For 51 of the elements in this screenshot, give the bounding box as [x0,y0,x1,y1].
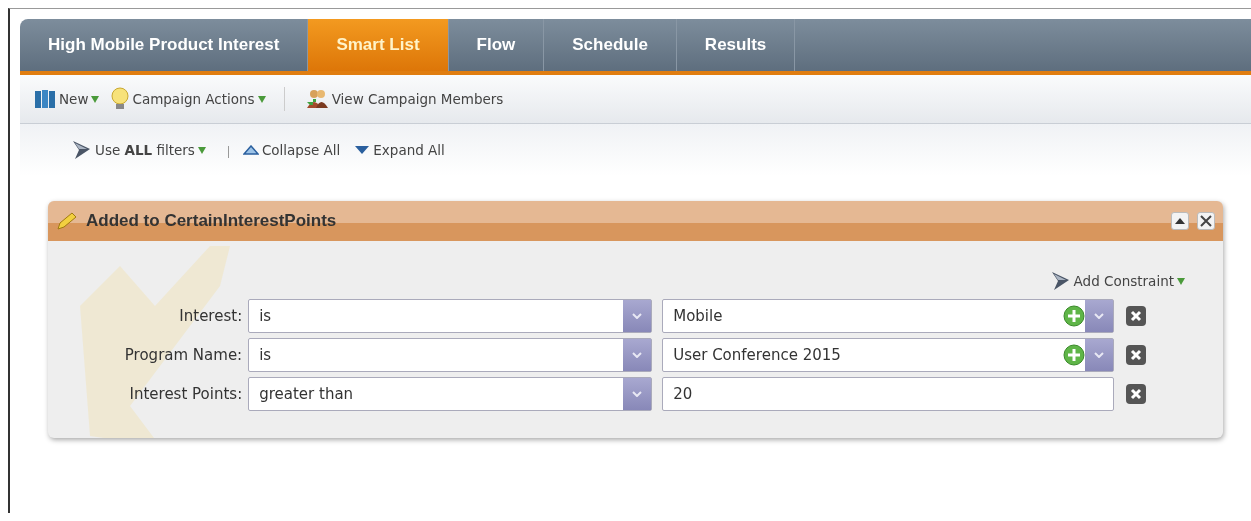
toolbar-button[interactable]: View Campaign Members [304,88,512,110]
expand-all-button[interactable]: Expand All [354,142,453,158]
add-icon[interactable] [1063,344,1086,366]
field-label: Program Name: [124,346,244,364]
close-icon [1130,388,1143,400]
close-icon [1130,310,1143,322]
dropdown-button[interactable] [623,378,652,410]
chevron-down-icon [632,352,643,358]
delete-button[interactable] [1126,384,1147,404]
value-picker[interactable]: Mobile [662,299,1115,333]
operator-select[interactable]: is [248,338,653,372]
collapse-all-button[interactable]: Collapse All [242,142,349,158]
delete-button[interactable] [1126,345,1147,365]
filter-icon [70,139,92,161]
dropdown-button[interactable] [623,300,652,332]
add-constraint-button[interactable]: Add Constraint [1042,263,1191,299]
dropdown-button[interactable] [623,339,652,371]
delete-button[interactable] [1126,306,1147,326]
chevron-down-icon [632,313,643,319]
triangle-down-icon [354,145,371,155]
close-icon [1200,215,1212,227]
operator-select[interactable]: greater than [248,377,653,411]
dropdown-button[interactable] [1085,300,1114,332]
collapse-button[interactable] [1171,212,1189,230]
card-title: Added to CertainInterestPoints [86,211,338,231]
close-button[interactable] [1197,212,1215,230]
field-label: Interest Points: [129,385,244,403]
value-field[interactable]: 20 [662,377,1115,411]
chevron-down-icon [1094,313,1105,319]
caret-up-icon [1175,218,1185,224]
toolbar-button[interactable]: New [34,88,108,110]
value-picker[interactable]: User Conference 2015 [662,338,1115,372]
field-label: Interest: [179,307,244,325]
dropdown-icon [1177,277,1185,285]
operator-select[interactable]: is [248,299,653,333]
chevron-down-icon [632,391,643,397]
columns-icon [34,88,56,110]
triangle-up-icon [242,145,259,155]
pencil-icon [56,211,78,231]
tab[interactable]: Results [676,19,796,71]
tab[interactable]: Schedule [544,19,677,71]
add-icon[interactable] [1063,305,1086,327]
dropdown-icon [197,146,206,154]
tab[interactable]: Flow [448,19,545,71]
toolbar-button[interactable]: Campaign Actions [111,87,274,111]
chevron-down-icon [1094,352,1105,358]
close-icon [1130,349,1143,361]
lightbulb-icon [111,87,130,111]
dropdown-button[interactable] [1085,339,1114,371]
people-icon [304,88,329,110]
filter-logic-button[interactable]: Use ALL filters [70,139,214,161]
